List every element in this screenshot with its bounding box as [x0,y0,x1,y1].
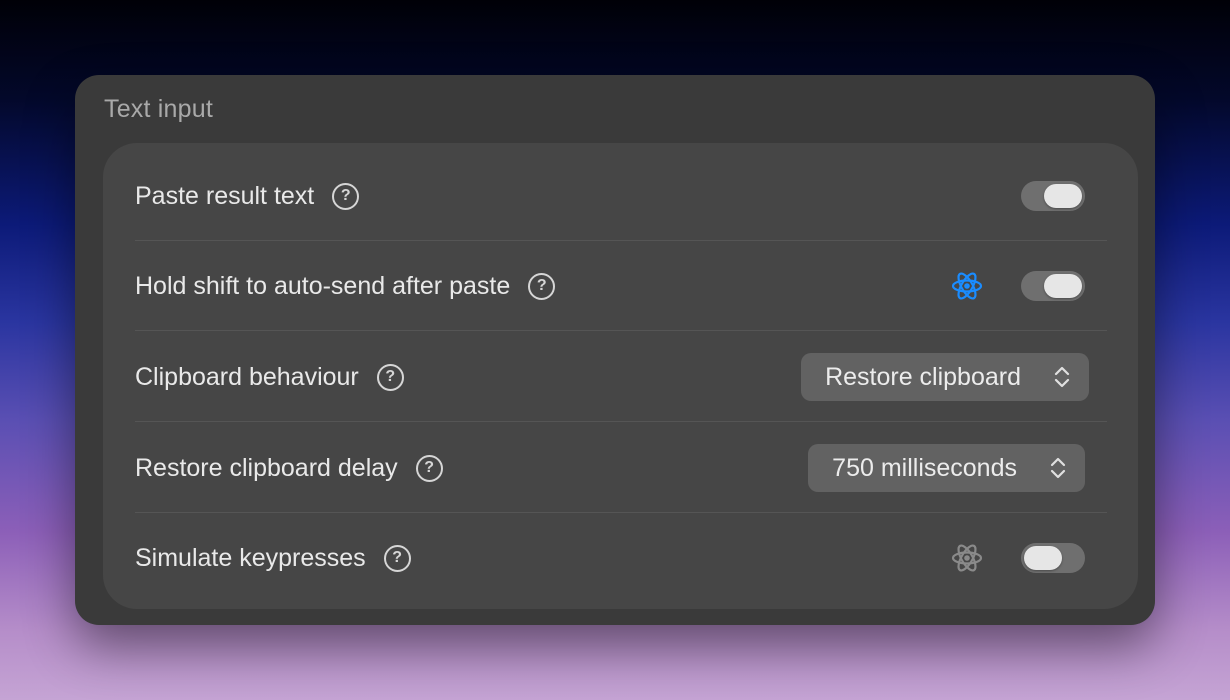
select-value: Restore clipboard [825,362,1021,391]
toggle-knob [1024,546,1062,570]
setting-row-simulate-keypresses: Simulate keypresses ? [135,513,1107,603]
setting-label: Hold shift to auto-send after paste [135,271,511,300]
help-icon[interactable]: ? [383,544,411,572]
select-value: 750 milliseconds [832,453,1017,482]
chevron-up-down-icon [1054,366,1070,388]
setting-label: Clipboard behaviour [135,362,359,391]
atom-icon [951,272,983,300]
setting-label: Restore clipboard delay [135,453,398,482]
toggle-knob [1044,184,1082,208]
toggle-knob [1044,274,1082,298]
setting-row-restore-clipboard-delay: Restore clipboard delay ? 750 millisecon… [135,423,1107,513]
help-icon[interactable]: ? [528,272,556,300]
setting-row-clipboard-behaviour: Clipboard behaviour ? Restore clipboard [135,332,1107,422]
help-icon[interactable]: ? [332,182,360,210]
setting-label: Paste result text [135,181,315,210]
section-title: Text input [104,95,214,123]
atom-icon [951,544,983,572]
simulate-keypresses-toggle[interactable] [1021,543,1085,573]
clipboard-behaviour-select[interactable]: Restore clipboard [801,353,1089,401]
help-icon[interactable]: ? [415,454,443,482]
hold-shift-auto-send-toggle[interactable] [1021,271,1085,301]
setting-row-hold-shift-auto-send: Hold shift to auto-send after paste ? [135,241,1107,331]
chevron-up-down-icon [1050,457,1066,479]
settings-panel: Text input Paste result text ? Hold shif… [75,75,1155,625]
paste-result-text-toggle[interactable] [1021,181,1085,211]
setting-label: Simulate keypresses [135,543,366,572]
setting-row-paste-result-text: Paste result text ? [135,151,1107,241]
restore-clipboard-delay-select[interactable]: 750 milliseconds [808,444,1085,492]
settings-card: Paste result text ? Hold shift to auto-s… [103,143,1138,609]
help-icon[interactable]: ? [376,363,404,391]
